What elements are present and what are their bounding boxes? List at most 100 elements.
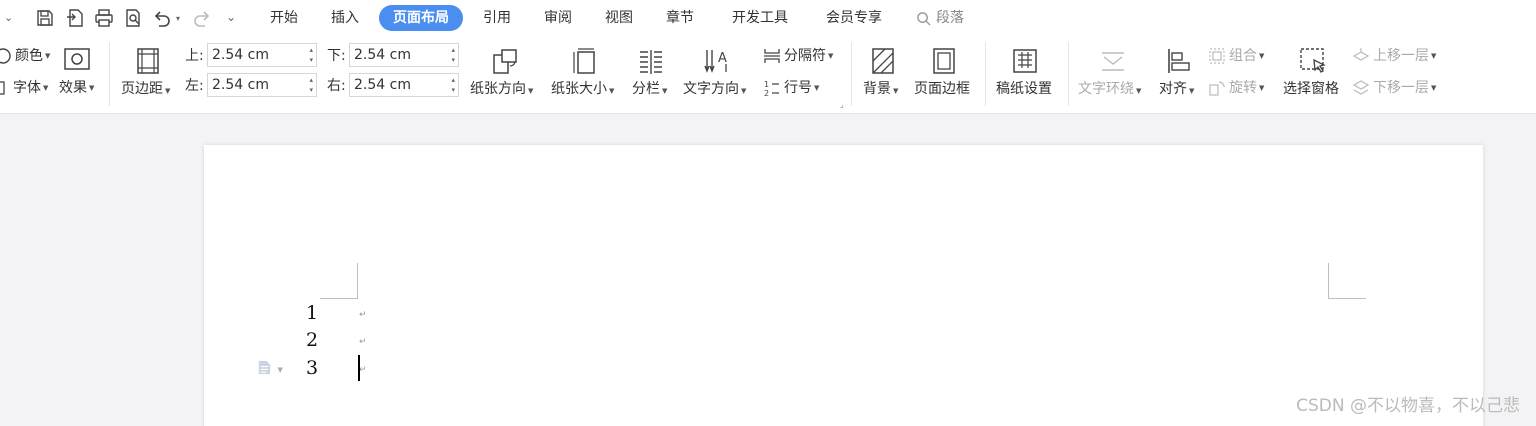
ribbon-separator — [109, 42, 110, 106]
margins-button[interactable]: 页边距 ▼ — [121, 80, 170, 98]
theme-effects-label: 效果 — [59, 80, 87, 96]
dropdown-arrow-icon: ▼ — [893, 87, 899, 95]
send-backward-button: 下移一层 ▼ — [1352, 78, 1436, 98]
undo-icon[interactable] — [151, 7, 173, 29]
dropdown-arrow-icon: ▼ — [277, 366, 283, 374]
background-icon[interactable] — [866, 44, 900, 78]
group-button: 组合 ▼ — [1208, 46, 1264, 66]
ribbon-separator — [1068, 42, 1069, 106]
spinner-arrows-icon[interactable]: ▴ ▾ — [451, 75, 455, 95]
tab-review[interactable]: 审阅 — [533, 5, 583, 31]
spinner-arrows-icon[interactable]: ▴ ▾ — [451, 45, 455, 65]
rotate-label: 旋转 — [1229, 80, 1257, 96]
dialog-launcher-icon[interactable]: ⌟ — [840, 100, 844, 109]
dropdown-arrow-icon: ▼ — [89, 84, 95, 92]
tab-member[interactable]: 会员专享 — [816, 5, 892, 31]
margin-corner-top-right — [1328, 263, 1366, 299]
tab-developer[interactable]: 开发工具 — [722, 5, 798, 31]
ribbon-separator — [985, 42, 986, 106]
dropdown-arrow-icon: ▼ — [814, 84, 820, 92]
spinner-arrows-icon[interactable]: ▴ ▾ — [309, 45, 313, 65]
tab-section[interactable]: 章节 — [655, 5, 705, 31]
dropdown-arrow-icon: ▼ — [741, 87, 747, 95]
margin-right-field[interactable]: ▴▾ — [349, 73, 459, 97]
watermark-text: CSDN @不以物喜，不以己悲 — [1296, 396, 1520, 416]
breaks-button[interactable]: 分隔符 ▼ — [763, 46, 833, 66]
bring-forward-button: 上移一层 ▼ — [1352, 46, 1436, 66]
ribbon-page-layout: 颜色▼ 字体▼ 效果▼ 页边距▼ 上: ▴▾ 左: ▴▾ 下: — [0, 36, 1536, 114]
margin-right-label: 右: — [327, 78, 346, 94]
paper-size-icon[interactable] — [568, 44, 602, 78]
group-icon — [1209, 48, 1225, 64]
columns-icon[interactable] — [634, 44, 668, 78]
selection-pane-button[interactable]: 选择窗格 — [1283, 80, 1339, 98]
rotate-button: 旋转 ▼ — [1208, 78, 1264, 98]
draft-paper-icon[interactable] — [1008, 44, 1042, 78]
redo-icon[interactable] — [191, 7, 213, 29]
print-icon[interactable] — [93, 7, 115, 29]
ribbon-separator — [851, 42, 852, 106]
text-direction-button[interactable]: 文字方向 ▼ — [683, 80, 746, 98]
export-pdf-icon[interactable] — [64, 7, 86, 29]
theme-color-button[interactable]: 颜色 ▼ — [0, 46, 50, 66]
chevron-down-icon[interactable]: ⌄ — [4, 11, 13, 24]
paragraph-layout-icon — [258, 360, 271, 375]
document-page[interactable]: 1 ↵ 2 ↵ 3 ↵ — [204, 145, 1483, 426]
tab-home[interactable]: 开始 — [259, 5, 309, 31]
tab-references[interactable]: 引用 — [472, 5, 522, 31]
text-wrap-button: 文字环绕 ▼ — [1078, 80, 1141, 98]
document-canvas[interactable]: 1 ↵ 2 ↵ 3 ↵ — [0, 114, 1536, 426]
line-numbers-button[interactable]: 12 行号 ▼ — [763, 78, 819, 98]
dropdown-arrow-icon: ▼ — [1136, 87, 1142, 95]
search-icon — [917, 11, 931, 26]
effects-icon[interactable] — [61, 44, 93, 74]
margin-right-input[interactable] — [354, 77, 444, 93]
page-borders-icon[interactable] — [927, 44, 961, 78]
margins-icon[interactable] — [131, 44, 165, 78]
dropdown-arrow-icon: ▼ — [1259, 52, 1265, 60]
columns-button[interactable]: 分栏 ▼ — [632, 80, 667, 98]
selection-pane-icon[interactable] — [1296, 44, 1330, 78]
spinner-arrows-icon[interactable]: ▴ ▾ — [309, 75, 313, 95]
dropdown-arrow-icon: ▼ — [45, 52, 51, 60]
margin-top-field[interactable]: ▴▾ — [207, 43, 317, 67]
align-icon[interactable] — [1162, 44, 1196, 78]
print-preview-icon[interactable] — [122, 7, 144, 29]
customize-toolbar-icon[interactable]: ⌄ — [226, 10, 236, 24]
paragraph-mark-icon: ↵ — [359, 310, 367, 320]
save-icon[interactable] — [34, 7, 56, 29]
margins-label: 页边距 — [121, 81, 163, 97]
orientation-label: 纸张方向 — [470, 81, 526, 97]
line-number: 3 — [306, 357, 319, 379]
send-backward-label: 下移一层 — [1373, 80, 1429, 96]
orientation-icon[interactable] — [488, 44, 522, 78]
tab-insert[interactable]: 插入 — [320, 5, 370, 31]
draft-paper-button[interactable]: 稿纸设置 — [996, 80, 1052, 98]
page-borders-button[interactable]: 页面边框 — [914, 80, 970, 98]
orientation-button[interactable]: 纸张方向 ▼ — [470, 80, 533, 98]
bring-forward-label: 上移一层 — [1373, 48, 1429, 64]
svg-text:A: A — [718, 51, 727, 66]
theme-effects-button[interactable]: 效果 ▼ — [59, 78, 94, 98]
margin-bottom-field[interactable]: ▴▾ — [349, 43, 459, 67]
dropdown-arrow-icon: ▼ — [662, 87, 668, 95]
background-button[interactable]: 背景 ▼ — [863, 80, 898, 98]
margin-left-field[interactable]: ▴▾ — [207, 73, 317, 97]
paragraph-mark-icon: ↵ — [359, 365, 367, 375]
dropdown-arrow-icon: ▼ — [609, 87, 615, 95]
margin-left-input[interactable] — [212, 77, 302, 93]
paragraph-layout-tool[interactable]: ▼ — [256, 359, 283, 380]
theme-font-button[interactable]: 字体 ▼ — [0, 78, 48, 98]
margin-bottom-label: 下: — [327, 48, 346, 64]
text-direction-label: 文字方向 — [683, 81, 739, 97]
tab-view[interactable]: 视图 — [594, 5, 644, 31]
search-box[interactable]: 段落 — [916, 5, 976, 31]
line-number: 1 — [306, 302, 319, 324]
tab-page-layout[interactable]: 页面布局 — [379, 5, 463, 31]
text-direction-icon[interactable]: A — [700, 44, 734, 78]
align-button[interactable]: 对齐 ▼ — [1159, 80, 1194, 98]
margin-top-input[interactable] — [212, 47, 302, 63]
undo-dropdown-icon[interactable]: ▾ — [176, 14, 180, 23]
margin-bottom-input[interactable] — [354, 47, 444, 63]
paper-size-button[interactable]: 纸张大小 ▼ — [551, 80, 614, 98]
